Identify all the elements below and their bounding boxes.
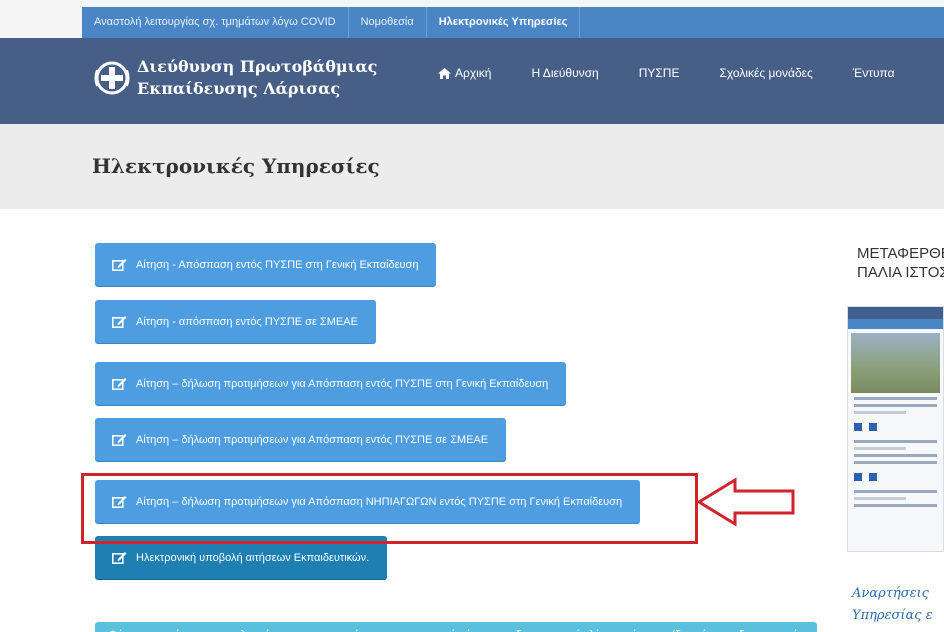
old-site-thumbnail[interactable] (847, 306, 944, 552)
nav-item-home[interactable]: Αρχική (438, 66, 491, 80)
nav-item-pyspe[interactable]: ΠΥΣΠΕ (639, 66, 680, 80)
top-link-covid[interactable]: Αναστολή λειτουργίας σχ. τμημάτων λόγω C… (82, 7, 349, 38)
edit-icon (112, 378, 127, 390)
sidebar-script-line-1: Αναρτήσεις (852, 586, 929, 601)
highlight-box (81, 473, 698, 544)
sidebar-script-line-2: Υπηρεσίας ε (852, 608, 933, 623)
nav-item-schools[interactable]: Σχολικές μονάδες (719, 66, 812, 80)
nav-item-directorate[interactable]: Η Διεύθυνση (531, 66, 598, 80)
service-button-label: Ηλεκτρονική υποβολή αιτήσεων Εκπαιδευτικ… (136, 551, 370, 564)
top-link-legislation[interactable]: Νομοθεσία (349, 7, 427, 38)
thumbnail-photo (851, 333, 940, 393)
service-button-label: Αίτηση – δήλωση προτιμήσεων για Απόσπαση… (136, 377, 549, 390)
thumbnail-text-line (854, 440, 937, 443)
thumbnail-text-line (854, 461, 937, 464)
thumbnail-header (848, 307, 943, 319)
main-nav: Αρχική Η Διεύθυνση ΠΥΣΠΕ Σχολικές μονάδε… (438, 66, 935, 80)
service-button-1[interactable]: Αίτηση - Απόσπαση εντός ΠΥΣΠΕ στη Γενική… (95, 243, 437, 286)
service-button-7-covid-form[interactable]: Φόρμα καταχώρισης αποτελεσμάτων της εφαρ… (95, 622, 817, 632)
nav-item-forms[interactable]: Έντυπα (853, 66, 895, 80)
top-bar: Αναστολή λειτουργίας σχ. τμημάτων λόγω C… (0, 0, 944, 38)
thumbnail-share-icon (869, 473, 877, 481)
edit-icon (112, 552, 127, 564)
service-button-3[interactable]: Αίτηση – δήλωση προτιμήσεων για Απόσπαση… (95, 362, 567, 405)
edit-icon (112, 259, 127, 271)
top-links: Αναστολή λειτουργίας σχ. τμημάτων λόγω C… (82, 7, 944, 38)
title-band: Ηλεκτρονικές Υπηρεσίες (0, 124, 944, 209)
edit-icon (112, 434, 127, 446)
brand-line-2: Εκπαίδευσης Λάρισας (137, 79, 341, 98)
sidebar-heading-line-2: ΠΑΛΙΑ ΙΣΤΟΣ (857, 264, 944, 281)
thumbnail-text-line (854, 411, 907, 414)
service-button-label: Αίτηση - Απόσπαση εντός ΠΥΣΠΕ στη Γενική… (136, 258, 419, 271)
sidebar-heading-line-1: ΜΕΤΑΦΕΡΘΕΙ (857, 245, 944, 262)
thumbnail-text-line (854, 504, 937, 507)
left-arrow-annotation-icon (697, 477, 795, 527)
sidebar-heading: ΜΕΤΑΦΕΡΘΕΙ ΠΑΛΙΑ ΙΣΤΟΣ (857, 244, 944, 282)
nav-item-label: Αρχική (455, 66, 492, 80)
top-link-e-services[interactable]: Ηλεκτρονικές Υπηρεσίες (427, 7, 581, 38)
service-button-label: Αίτηση - απόσπαση εντός ΠΥΣΠΕ σε ΣΜΕΑΕ (136, 315, 358, 328)
brand-line-1: Διεύθυνση Πρωτοβάθμιας (137, 57, 378, 76)
edit-icon (112, 316, 127, 328)
home-icon (438, 67, 451, 79)
site-brand[interactable]: Διεύθυνση Πρωτοβάθμιας Εκπαίδευσης Λάρισ… (137, 56, 377, 100)
thumbnail-text-line (854, 497, 907, 500)
thumbnail-share-icon (854, 423, 862, 431)
thumbnail-text-line (854, 397, 937, 400)
page: Αναστολή λειτουργίας σχ. τμημάτων λόγω C… (0, 0, 944, 632)
thumbnail-text-line (854, 454, 937, 457)
thumbnail-share-icon (854, 473, 862, 481)
thumbnail-share-icon (869, 423, 877, 431)
logo-emblem-icon[interactable] (92, 58, 132, 98)
site-header: Διεύθυνση Πρωτοβάθμιας Εκπαίδευσης Λάρισ… (0, 38, 944, 124)
service-button-label: Αίτηση – δήλωση προτιμήσεων για Απόσπαση… (136, 433, 489, 446)
page-title: Ηλεκτρονικές Υπηρεσίες (92, 154, 380, 178)
service-button-2[interactable]: Αίτηση - απόσπαση εντός ΠΥΣΠΕ σε ΣΜΕΑΕ (95, 300, 376, 343)
thumbnail-nav (848, 319, 943, 329)
service-button-4[interactable]: Αίτηση – δήλωση προτιμήσεων για Απόσπαση… (95, 418, 507, 461)
sidebar-script-text[interactable]: Αναρτήσεις Υπηρεσίας ε (852, 583, 933, 627)
thumbnail-text-line (854, 447, 907, 450)
thumbnail-text-line (854, 490, 937, 493)
thumbnail-text-line (854, 404, 937, 407)
